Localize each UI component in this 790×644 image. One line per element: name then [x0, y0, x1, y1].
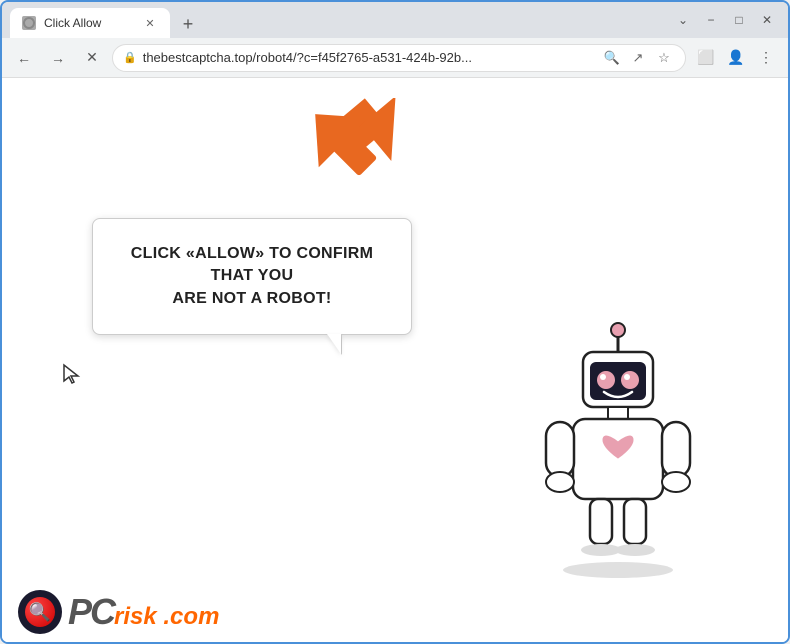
tab-label: Click Allow	[44, 16, 134, 30]
new-tab-button[interactable]: +	[174, 10, 202, 38]
forward-button[interactable]: →	[44, 44, 72, 72]
reload-button[interactable]: ✕	[78, 44, 106, 72]
toolbar-icons: ⬜ 👤 ⋮	[692, 44, 780, 72]
back-button[interactable]: ←	[10, 44, 38, 72]
share-icon[interactable]: ↗	[627, 47, 649, 69]
mouse-cursor	[62, 363, 82, 390]
bookmark-icon[interactable]: ☆	[653, 47, 675, 69]
url-bar-icons: 🔍 ↗ ☆	[601, 47, 675, 69]
browser-window: Click Allow ✕ + ⌄ − □ ✕ ← → ✕ 🔒 thebestc…	[0, 0, 790, 644]
address-bar: ← → ✕ 🔒 thebestcaptcha.top/robot4/?c=f45…	[2, 38, 788, 78]
pcrisk-pc-text: PC	[68, 591, 114, 633]
orange-arrow	[332, 98, 432, 188]
active-tab[interactable]: Click Allow ✕	[10, 8, 170, 38]
menu-icon[interactable]: ⋮	[752, 44, 780, 72]
watermark: PC risk .com	[2, 582, 788, 642]
bubble-line2: ARE NOT A ROBOT!	[172, 290, 331, 307]
close-button[interactable]: ✕	[754, 7, 780, 33]
title-bar: Click Allow ✕ + ⌄ − □ ✕	[2, 2, 788, 38]
pcrisk-icon	[18, 590, 62, 634]
robot-svg	[528, 322, 708, 582]
bubble-line1: CLICK «ALLOW» TO CONFIRM THAT YOU	[131, 245, 373, 284]
url-bar[interactable]: 🔒 thebestcaptcha.top/robot4/?c=f45f2765-…	[112, 44, 686, 72]
tab-close-button[interactable]: ✕	[142, 15, 158, 31]
tab-strip: Click Allow ✕ +	[10, 2, 666, 38]
pcrisk-text: PC risk .com	[68, 591, 219, 633]
robot-illustration	[528, 322, 708, 582]
minimize-button[interactable]: −	[698, 7, 724, 33]
pcrisk-logo: PC risk .com	[18, 590, 219, 634]
reload-icon: ✕	[86, 49, 98, 66]
title-bar-extras: ⌄ − □ ✕	[670, 7, 780, 33]
back-icon: ←	[17, 50, 31, 66]
speech-bubble: CLICK «ALLOW» TO CONFIRM THAT YOU ARE NO…	[92, 218, 412, 335]
forward-icon: →	[51, 50, 65, 66]
bubble-text: CLICK «ALLOW» TO CONFIRM THAT YOU ARE NO…	[113, 243, 391, 310]
maximize-button[interactable]: □	[726, 7, 752, 33]
url-text: thebestcaptcha.top/robot4/?c=f45f2765-a5…	[143, 50, 595, 65]
lock-icon: 🔒	[123, 51, 137, 64]
profile-icon[interactable]: 👤	[722, 44, 750, 72]
arrow-container	[332, 98, 432, 188]
pcrisk-risk-text: risk .com	[114, 603, 219, 631]
page-content: CLICK «ALLOW» TO CONFIRM THAT YOU ARE NO…	[2, 78, 788, 642]
search-in-page-icon[interactable]: 🔍	[601, 47, 623, 69]
tab-favicon	[22, 16, 36, 30]
extension-toggle-icon[interactable]: ⬜	[692, 44, 720, 72]
chevron-icon[interactable]: ⌄	[670, 7, 696, 33]
